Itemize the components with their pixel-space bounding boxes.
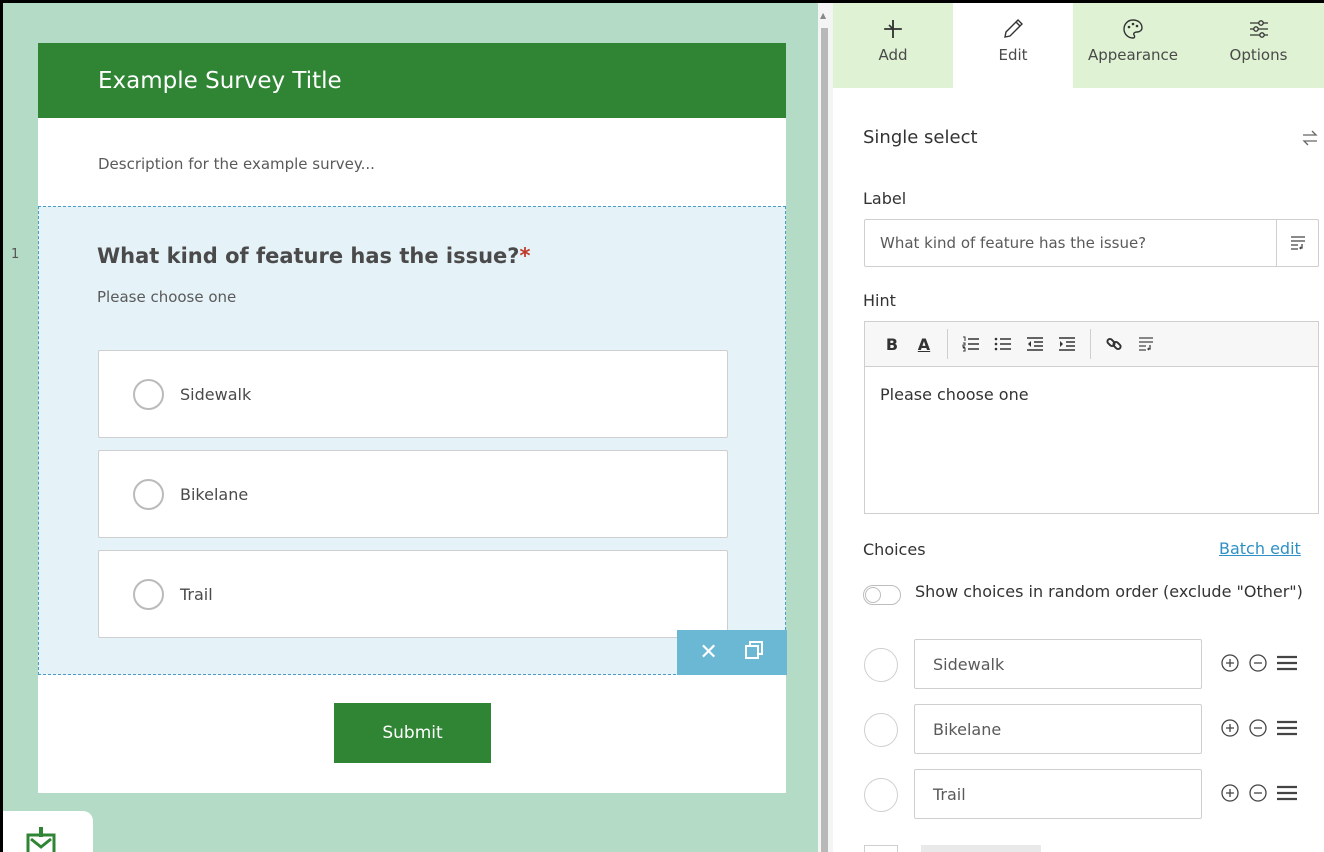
- add-choice-icon[interactable]: [1220, 653, 1240, 673]
- app-logo-container: [3, 811, 93, 852]
- label-section-title: Label: [863, 189, 907, 208]
- survey-canvas: Example Survey Title Description for the…: [3, 3, 818, 852]
- label-field[interactable]: What kind of feature has the issue?: [864, 219, 1319, 267]
- toggle-knob: [865, 587, 881, 603]
- tab-label: Options: [1229, 46, 1288, 64]
- field-type-title: Single select: [863, 127, 978, 148]
- choice-input[interactable]: Trail: [914, 769, 1202, 819]
- tab-appearance[interactable]: Appearance: [1073, 3, 1193, 88]
- hint-toolbar: B A: [865, 322, 1318, 367]
- numbered-list-icon[interactable]: [962, 335, 980, 353]
- required-mark: *: [519, 244, 531, 268]
- outdent-icon[interactable]: [1026, 335, 1044, 353]
- choice-radio-icon: [864, 713, 898, 747]
- random-order-toggle[interactable]: [863, 585, 901, 605]
- toolbar-divider: [947, 329, 948, 359]
- drag-handle-icon[interactable]: [1276, 653, 1298, 673]
- choice-label: Bikelane: [180, 484, 249, 504]
- toolbar-divider: [1090, 329, 1091, 359]
- survey-description: Description for the example survey...: [98, 155, 375, 173]
- choices-section-title: Choices: [863, 540, 926, 559]
- palette-icon: [1123, 19, 1143, 39]
- radio-icon[interactable]: [133, 378, 164, 410]
- choice-actions: [1220, 718, 1298, 738]
- question-block[interactable]: What kind of feature has the issue?* Ple…: [38, 206, 787, 675]
- drag-handle-icon[interactable]: [1276, 718, 1298, 738]
- question-title: What kind of feature has the issue?*: [97, 244, 530, 268]
- choice-option[interactable]: Sidewalk: [98, 350, 728, 438]
- scroll-up-icon[interactable]: ▲: [820, 11, 826, 20]
- radio-icon[interactable]: [133, 478, 164, 510]
- remove-choice-icon[interactable]: [1248, 718, 1268, 738]
- random-order-label: Show choices in random order (exclude "O…: [915, 582, 1303, 601]
- choice-label: Sidewalk: [180, 384, 252, 404]
- text-wrap-icon[interactable]: [1276, 220, 1318, 266]
- text-wrap-icon[interactable]: [1137, 335, 1155, 353]
- choice-editor-row: Bikelane: [864, 704, 1324, 756]
- tab-add[interactable]: Add: [833, 3, 953, 88]
- choice-option[interactable]: Trail: [98, 550, 728, 638]
- choice-actions: [1220, 653, 1298, 673]
- choice-input[interactable]: Bikelane: [914, 704, 1202, 754]
- scrollbar-thumb[interactable]: [821, 28, 828, 852]
- choice-radio-icon: [864, 778, 898, 812]
- indent-icon[interactable]: [1058, 335, 1076, 353]
- panel-scrollbar[interactable]: ▲: [818, 3, 833, 852]
- add-choice-icon[interactable]: [1220, 718, 1240, 738]
- label-input-text[interactable]: What kind of feature has the issue?: [865, 234, 1276, 252]
- survey-card: Example Survey Title Description for the…: [38, 43, 787, 793]
- swap-icon[interactable]: [1301, 129, 1319, 147]
- choice-editor-row: Sidewalk: [864, 639, 1324, 691]
- panel-tabs: Add Edit Appearance Options: [833, 3, 1324, 88]
- tab-label: Add: [878, 46, 908, 64]
- tab-label: Appearance: [1087, 46, 1179, 64]
- link-icon[interactable]: [1105, 335, 1123, 353]
- question-title-text: What kind of feature has the issue?: [97, 244, 520, 268]
- choice-input[interactable]: Sidewalk: [914, 639, 1202, 689]
- bullet-list-icon[interactable]: [994, 335, 1012, 353]
- batch-edit-link[interactable]: Batch edit: [1219, 539, 1301, 558]
- survey-title: Example Survey Title: [98, 67, 342, 94]
- remove-choice-icon[interactable]: [1248, 783, 1268, 803]
- text-color-button[interactable]: A: [915, 335, 933, 354]
- submit-button[interactable]: Submit: [334, 703, 491, 763]
- survey-header[interactable]: Example Survey Title: [38, 43, 786, 118]
- hint-editor[interactable]: B A Please choose one: [864, 321, 1319, 514]
- radio-icon[interactable]: [133, 578, 164, 610]
- allow-other-checkbox[interactable]: [864, 845, 898, 852]
- question-actions: ✕: [677, 630, 787, 675]
- choice-editor-row: Trail: [864, 769, 1324, 821]
- tab-options[interactable]: Options: [1193, 3, 1324, 88]
- choice-label: Trail: [180, 584, 213, 604]
- tab-label: Edit: [998, 46, 1028, 64]
- sliders-icon: [1249, 20, 1268, 38]
- allow-other-label: [921, 845, 1041, 852]
- choice-actions: [1220, 783, 1298, 803]
- survey123-logo-icon: [26, 827, 56, 852]
- choice-radio-icon: [864, 648, 898, 682]
- choice-option[interactable]: Bikelane: [98, 450, 728, 538]
- close-icon[interactable]: ✕: [699, 641, 717, 664]
- hint-section-title: Hint: [863, 291, 896, 310]
- hint-content[interactable]: Please choose one: [865, 367, 1318, 422]
- bold-button[interactable]: B: [883, 335, 901, 354]
- plus-icon: [884, 20, 902, 38]
- add-choice-icon[interactable]: [1220, 783, 1240, 803]
- tab-edit[interactable]: Edit: [953, 3, 1073, 88]
- duplicate-icon[interactable]: [743, 639, 765, 666]
- drag-handle-icon[interactable]: [1276, 783, 1298, 803]
- question-hint: Please choose one: [97, 288, 237, 306]
- pencil-icon: [1004, 19, 1023, 38]
- properties-panel: Add Edit Appearance Options Single selec…: [833, 3, 1324, 852]
- question-number: 1: [11, 247, 20, 262]
- remove-choice-icon[interactable]: [1248, 653, 1268, 673]
